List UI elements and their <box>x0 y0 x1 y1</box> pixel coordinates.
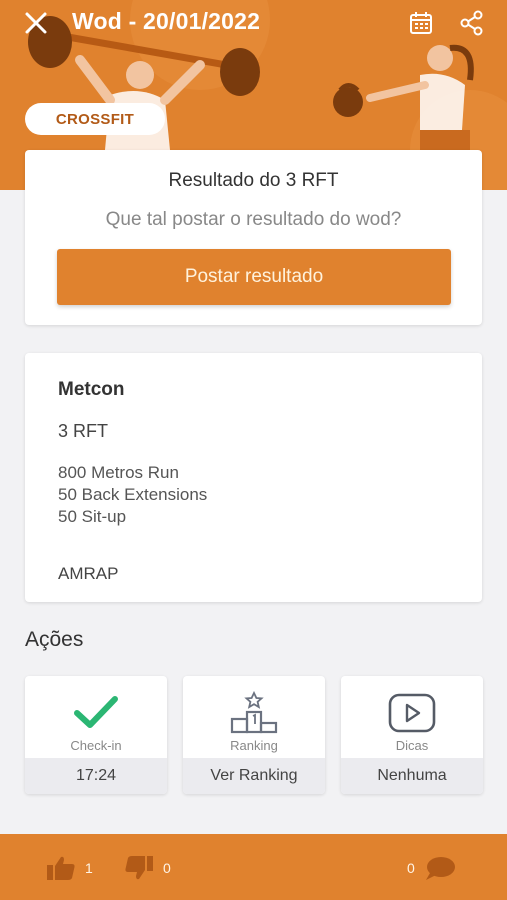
like-count: 1 <box>85 860 93 876</box>
ranking-label: Ranking <box>230 738 278 753</box>
comment-icon <box>425 857 455 880</box>
exercise-item: 800 Metros Run <box>58 463 179 482</box>
tips-value: Nenhuma <box>341 758 483 794</box>
thumbs-down-icon <box>125 856 153 880</box>
ranking-action[interactable]: Ranking Ver Ranking <box>183 676 325 794</box>
ranking-value: Ver Ranking <box>183 758 325 794</box>
metcon-exercise-list: 800 Metros Run 50 Back Extensions 50 Sit… <box>58 462 207 528</box>
tips-label: Dicas <box>395 738 429 753</box>
result-title: Resultado do 3 RFT <box>168 170 339 191</box>
check-icon <box>74 696 118 728</box>
dislike-button[interactable]: 0 <box>124 853 171 883</box>
result-card: Resultado do 3 RFT Que tal postar o resu… <box>25 150 482 325</box>
checkin-label: Check-in <box>70 738 122 753</box>
metcon-type: AMRAP <box>58 564 119 583</box>
share-button[interactable] <box>458 9 486 37</box>
comments-button[interactable]: 0 <box>407 853 456 883</box>
exercise-item: 50 Back Extensions <box>58 485 208 504</box>
metcon-subtitle: 3 RFT <box>58 421 109 441</box>
exercise-item: 50 Sit-up <box>58 507 127 526</box>
checkin-value: 17:24 <box>25 758 167 794</box>
category-tag: CROSSFIT <box>25 103 165 135</box>
podium-icon <box>230 691 278 734</box>
calendar-button[interactable] <box>408 10 434 36</box>
metcon-title: Metcon <box>58 379 125 400</box>
thumbs-up-icon <box>47 856 75 880</box>
play-icon <box>388 693 436 733</box>
result-prompt: Que tal postar o resultado do wod? <box>105 209 402 230</box>
share-icon <box>460 10 483 36</box>
comment-count: 0 <box>407 860 415 876</box>
footer-bar: 1 0 0 <box>0 834 507 900</box>
calendar-icon <box>410 12 432 34</box>
tips-action[interactable]: Dicas Nenhuma <box>341 676 483 794</box>
post-result-button[interactable]: Postar resultado <box>57 249 451 305</box>
actions-heading: Ações <box>25 628 84 651</box>
dislike-count: 0 <box>163 860 171 876</box>
close-icon <box>25 12 47 34</box>
checkin-action[interactable]: Check-in 17:24 <box>25 676 167 794</box>
like-button[interactable]: 1 <box>46 853 93 883</box>
close-button[interactable] <box>22 9 50 37</box>
metcon-card: Metcon 3 RFT 800 Metros Run 50 Back Exte… <box>25 353 482 602</box>
page-title: Wod - 20/01/2022 <box>72 8 261 34</box>
